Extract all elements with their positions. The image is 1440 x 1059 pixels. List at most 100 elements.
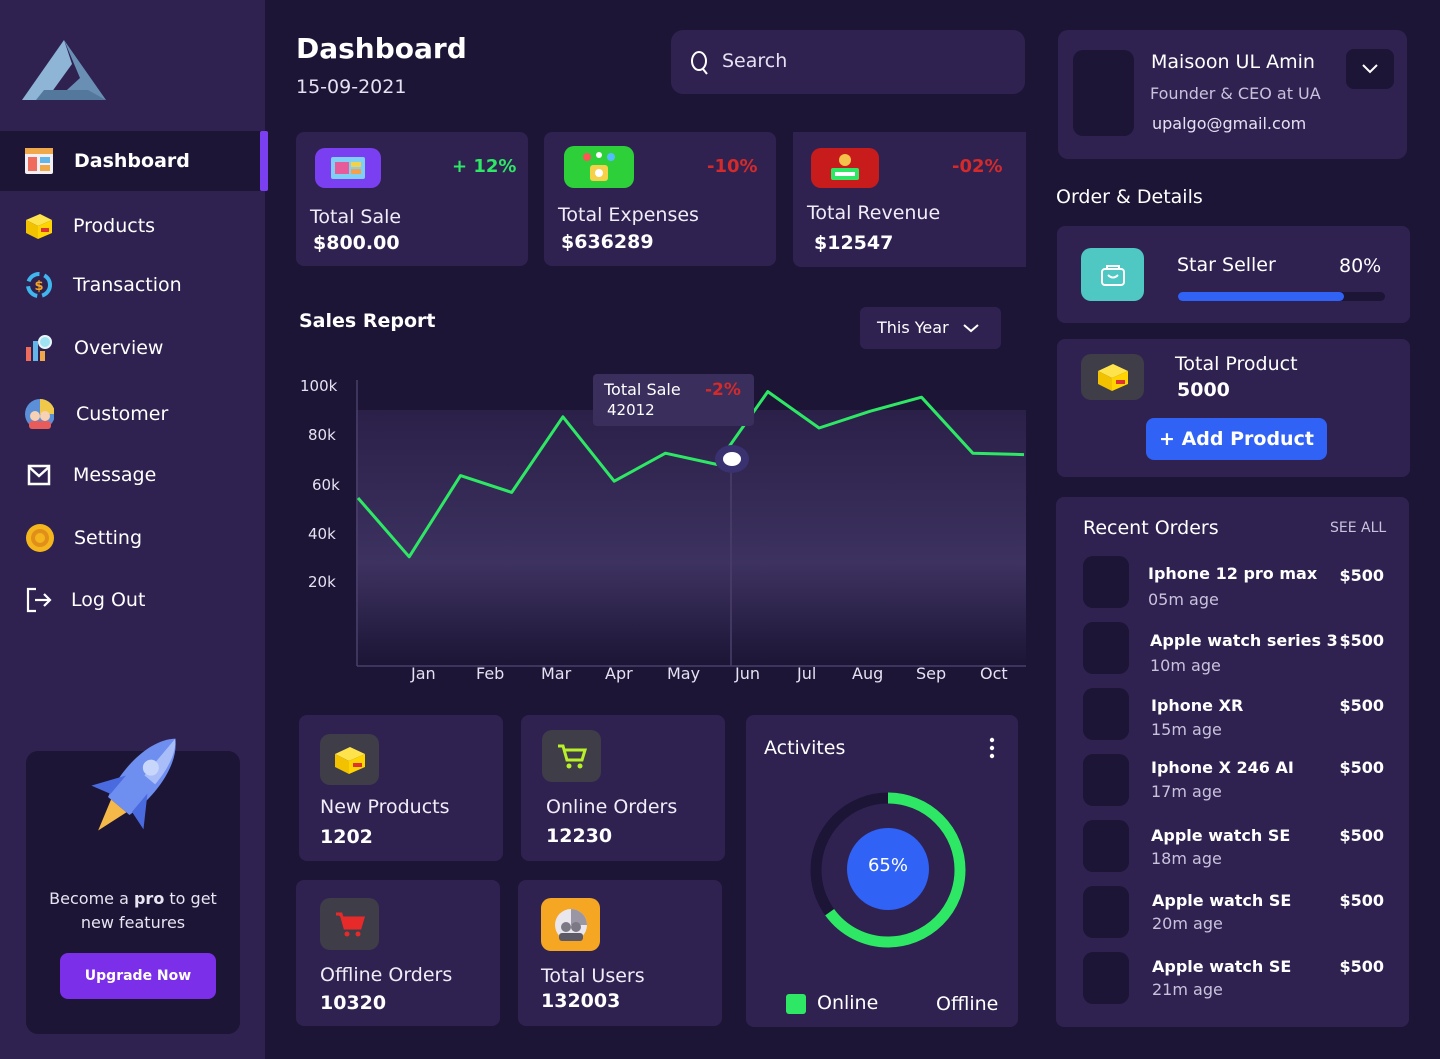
search-icon <box>691 51 708 75</box>
stat-value: 10320 <box>320 992 387 1014</box>
stat-label: Online Orders <box>546 796 678 818</box>
total-product-value: 5000 <box>1177 379 1230 401</box>
donut-percent-label: 65% <box>867 855 908 876</box>
active-indicator <box>260 131 268 191</box>
order-price: $500 <box>1339 826 1384 845</box>
sidebar-item-customer[interactable]: Customer <box>0 384 265 444</box>
order-name[interactable]: Apple watch SE <box>1151 826 1290 845</box>
order-thumbnail <box>1083 622 1129 674</box>
sidebar-item-setting[interactable]: Setting <box>0 508 265 568</box>
y-tick-label: 20k <box>308 573 336 591</box>
focus-marker-dot <box>723 452 741 466</box>
see-all-link[interactable]: SEE ALL <box>1330 520 1386 536</box>
profile-email: upalgo@gmail.com <box>1152 114 1307 133</box>
stat-value: 132003 <box>541 990 621 1012</box>
upgrade-promo-card: Become a pro to get new features Upgrade… <box>26 738 240 1034</box>
sidebar-item-label: Overview <box>74 337 164 359</box>
more-vertical-icon[interactable] <box>988 737 996 759</box>
chart-icon <box>24 333 54 363</box>
profile-menu-button[interactable] <box>1346 49 1394 89</box>
order-name[interactable]: Apple watch SE <box>1152 891 1291 910</box>
sidebar-item-label: Log Out <box>71 589 146 611</box>
rocket-icon <box>91 738 176 831</box>
avatar <box>1073 50 1134 136</box>
order-age: 05m age <box>1148 590 1219 609</box>
x-tick-label: Sep <box>916 664 947 683</box>
order-name[interactable]: Iphone X 246 AI <box>1151 758 1294 777</box>
stat-label: Total Users <box>541 965 645 987</box>
sale-icon <box>315 148 381 188</box>
tooltip-change: -2% <box>705 380 741 400</box>
sidebar-item-logout[interactable]: Log Out <box>0 570 265 630</box>
order-age: 10m age <box>1150 656 1221 675</box>
customers-icon <box>541 898 600 951</box>
sidebar: Dashboard Products $ Transaction Overvie… <box>0 0 268 1059</box>
sidebar-item-dashboard[interactable]: Dashboard <box>0 131 268 191</box>
legend-offline-label: Offline <box>936 993 999 1015</box>
new-products-card: New Products 1202 <box>299 715 503 861</box>
order-name[interactable]: Iphone XR <box>1151 696 1243 715</box>
recent-orders-title: Recent Orders <box>1083 517 1219 539</box>
sidebar-item-label: Message <box>73 464 157 486</box>
expenses-icon <box>564 146 634 188</box>
stat-label: Total Expenses <box>558 204 699 226</box>
profile-name: Maisoon UL Amin <box>1151 51 1315 73</box>
activities-title: Activites <box>764 737 846 759</box>
order-name[interactable]: Apple watch series 3 <box>1150 631 1338 650</box>
stat-value: 12230 <box>546 825 613 847</box>
tooltip-value: 42012 <box>607 401 655 419</box>
order-price: $500 <box>1339 891 1384 910</box>
upgrade-now-button[interactable]: Upgrade Now <box>60 953 216 999</box>
chart-tooltip: Total Sale -2% 42012 <box>593 374 754 426</box>
x-tick-label: May <box>667 664 701 683</box>
sidebar-item-label: Dashboard <box>74 150 190 172</box>
cart-icon <box>542 730 601 782</box>
legend-online-swatch <box>786 994 806 1014</box>
gear-icon <box>24 523 54 553</box>
star-seller-card: Star Seller 80% <box>1057 226 1410 323</box>
total-product-label: Total Product <box>1175 353 1298 375</box>
x-tick-label: Mar <box>541 664 572 683</box>
revenue-icon <box>811 148 879 188</box>
stat-label: Total Sale <box>310 206 402 228</box>
chevron-down-icon <box>963 324 979 333</box>
box-icon <box>1081 354 1144 400</box>
search-input[interactable]: Search <box>671 30 1025 94</box>
order-thumbnail <box>1083 886 1129 938</box>
stat-value: 1202 <box>320 826 373 848</box>
y-tick-label: 100k <box>300 377 338 395</box>
box-icon <box>320 734 379 785</box>
change-badge: -10% <box>707 156 758 177</box>
tooltip-label: Total Sale <box>604 380 681 399</box>
shopping-bag-icon <box>1081 248 1144 301</box>
stat-value: $800.00 <box>313 232 400 254</box>
star-seller-progress <box>1178 292 1385 301</box>
chart-plot-area <box>356 410 1026 666</box>
sidebar-item-message[interactable]: Message <box>0 445 265 505</box>
order-name[interactable]: Apple watch SE <box>1152 957 1291 976</box>
order-thumbnail <box>1083 688 1129 740</box>
promo-text: Become a pro to get new features <box>49 889 217 932</box>
chevron-down-icon <box>1362 64 1378 74</box>
search-placeholder: Search <box>722 50 788 72</box>
order-age: 17m age <box>1151 782 1222 801</box>
order-name[interactable]: Iphone 12 pro max <box>1148 564 1317 583</box>
star-seller-progress-fill <box>1178 292 1344 301</box>
x-tick-label: Feb <box>476 664 505 683</box>
order-price: $500 <box>1339 957 1384 976</box>
x-tick-label: Jan <box>411 664 436 683</box>
stat-label: Total Revenue <box>807 202 941 224</box>
online-orders-card: Online Orders 12230 <box>521 715 725 861</box>
stat-label: New Products <box>320 796 450 818</box>
sidebar-item-transaction[interactable]: $ Transaction <box>0 255 265 315</box>
period-select[interactable]: This Year <box>860 307 1001 349</box>
y-tick-label: 80k <box>308 426 336 444</box>
x-tick-label: Oct <box>980 664 1008 683</box>
stat-label: Offline Orders <box>320 964 453 986</box>
add-product-button[interactable]: + Add Product <box>1146 418 1327 460</box>
order-price: $500 <box>1339 696 1384 715</box>
dashboard-icon <box>24 146 54 176</box>
sidebar-item-products[interactable]: Products <box>0 196 265 256</box>
change-badge: + 12% <box>452 156 517 177</box>
sidebar-item-overview[interactable]: Overview <box>0 318 265 378</box>
